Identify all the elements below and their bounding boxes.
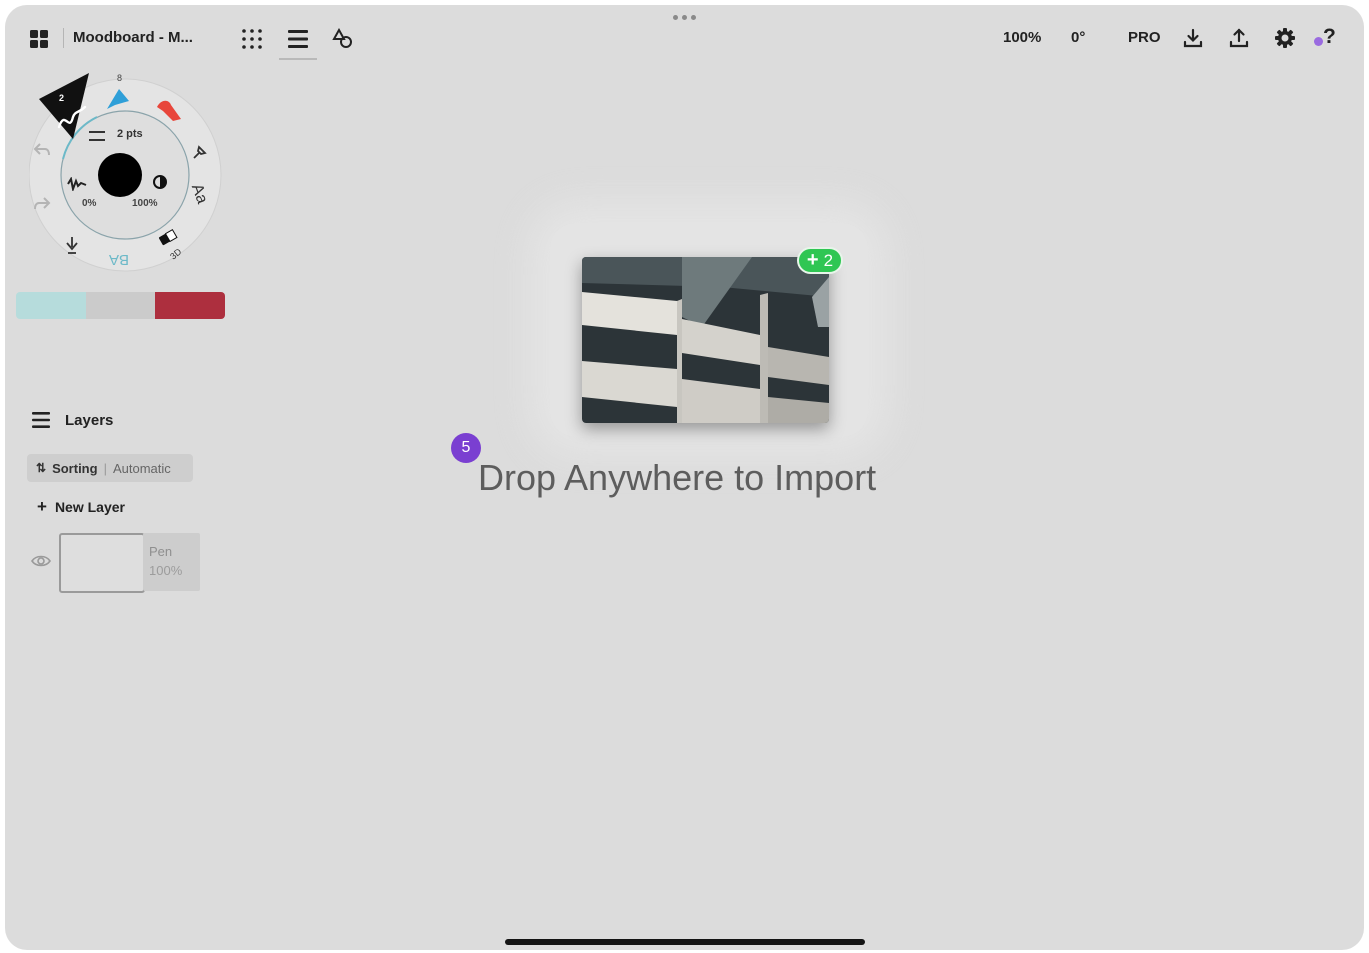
grid-icon[interactable] (241, 28, 263, 50)
color-swatches[interactable] (16, 292, 225, 319)
current-color-swatch[interactable] (98, 153, 142, 197)
active-tab-indicator (279, 58, 317, 60)
brush-number: 2 (59, 93, 65, 103)
sorting-divider: | (103, 460, 107, 476)
opacity-min: 0% (82, 198, 97, 209)
plus-icon: + (37, 497, 47, 516)
upload-icon[interactable] (1228, 27, 1250, 49)
zoom-level[interactable]: 100% (1003, 29, 1041, 46)
pencil-tool-icon[interactable] (105, 85, 135, 116)
layers-title: Layers (65, 412, 114, 429)
opacity-icon[interactable] (153, 175, 167, 189)
pen-tool-icon[interactable] (55, 103, 89, 133)
brush-size[interactable]: 2 pts (117, 128, 143, 140)
sort-icon: ⇅ (36, 461, 47, 475)
marker-tool-icon[interactable] (153, 97, 183, 128)
pro-button[interactable]: PRO (1128, 29, 1161, 46)
layer-opacity: 100% (149, 563, 183, 578)
shapes-icon[interactable] (332, 28, 354, 50)
rotation-value[interactable]: 0° (1071, 29, 1085, 46)
toolbar-divider (63, 28, 64, 48)
fill-tool-icon[interactable] (63, 235, 81, 262)
undo-icon[interactable] (33, 141, 51, 162)
layer-info-panel[interactable] (143, 533, 200, 591)
gallery-icon[interactable] (29, 29, 49, 49)
size-icon (89, 131, 105, 141)
download-icon[interactable] (1182, 27, 1204, 49)
item-count-badge: 5 (451, 433, 481, 463)
notification-dot (1314, 37, 1323, 46)
plus-icon: + (806, 249, 819, 271)
window-grabber[interactable] (673, 15, 696, 20)
redo-icon[interactable] (33, 195, 51, 216)
document-title[interactable]: Moodboard - M... (73, 29, 193, 46)
sorting-button[interactable]: ⇅ Sorting | Automatic (27, 454, 193, 482)
settings-icon[interactable] (1274, 27, 1296, 49)
swatch-teal[interactable] (16, 292, 86, 319)
new-layer-label: New Layer (54, 499, 125, 515)
visibility-eye-icon[interactable] (31, 554, 51, 573)
import-extra-count: 2 (823, 250, 834, 270)
import-count-badge: + 2 (797, 247, 843, 274)
smoothing-icon[interactable] (67, 176, 87, 196)
selection-pin-icon[interactable] (191, 143, 209, 166)
layer-name: Pen (149, 544, 173, 559)
layers-icon[interactable] (31, 411, 51, 429)
home-indicator[interactable] (505, 939, 865, 945)
new-layer-button[interactable]: + New Layer (37, 497, 125, 517)
opacity-max: 100% (132, 198, 158, 209)
layers-menu-icon[interactable] (287, 29, 309, 49)
swatch-red[interactable] (155, 292, 225, 319)
help-icon[interactable]: ? (1323, 25, 1336, 49)
drop-message: Drop Anywhere to Import (478, 457, 877, 498)
canvas[interactable]: Moodboard - M... 100% 0° PRO ? 2 8 Aa 3D… (5, 5, 1364, 950)
swatch-gray[interactable] (85, 292, 156, 319)
top-label: 8 (117, 73, 123, 83)
layer-thumbnail[interactable] (59, 533, 145, 593)
dragged-image-preview (582, 257, 829, 423)
sorting-mode: Automatic (112, 460, 171, 476)
sorting-label: Sorting (52, 460, 98, 476)
lasso-selection-icon[interactable]: BA (109, 251, 129, 268)
